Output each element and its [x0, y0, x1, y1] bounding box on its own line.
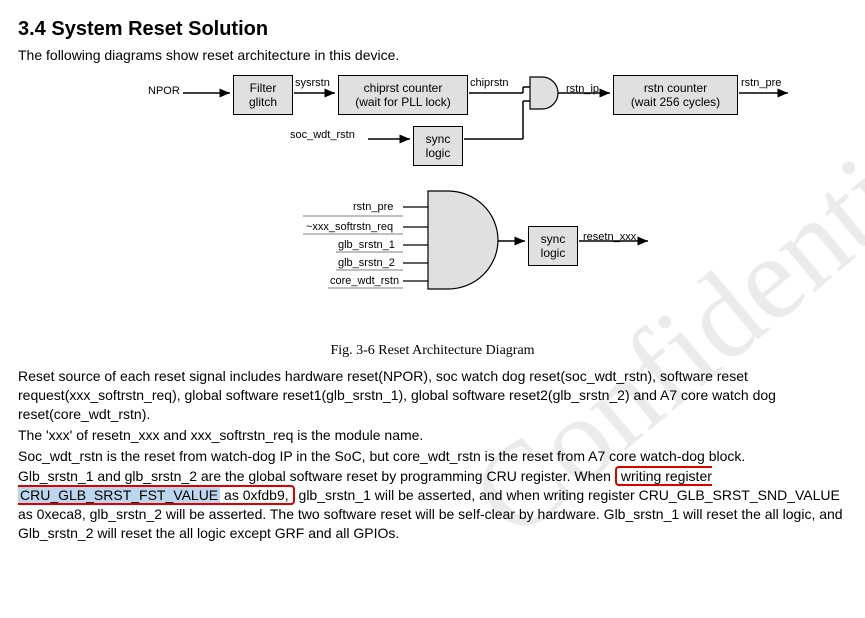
paragraph-3: Soc_wdt_rstn is the reset from watch-dog…: [18, 447, 847, 466]
text: as 0xfdb9,: [220, 487, 289, 503]
figure-caption: Fig. 3-6 Reset Architecture Diagram: [18, 343, 847, 359]
highlighted-register-name: CRU_GLB_SRST_FST_VALUE: [18, 487, 220, 503]
paragraph-1: Reset source of each reset signal includ…: [18, 367, 847, 424]
text: Glb_srstn_1 and glb_srstn_2 are the glob…: [18, 468, 615, 484]
diagram-connections: [18, 71, 838, 341]
section-heading: 3.4 System Reset Solution: [18, 18, 847, 41]
paragraph-2: The 'xxx' of resetn_xxx and xxx_softrstn…: [18, 426, 847, 445]
text: writing register: [621, 468, 712, 484]
reset-architecture-diagram: NPOR Filter glitch sysrstn chiprst count…: [18, 71, 838, 341]
paragraph-4: Glb_srstn_1 and glb_srstn_2 are the glob…: [18, 467, 847, 543]
intro-text: The following diagrams show reset archit…: [18, 47, 847, 63]
